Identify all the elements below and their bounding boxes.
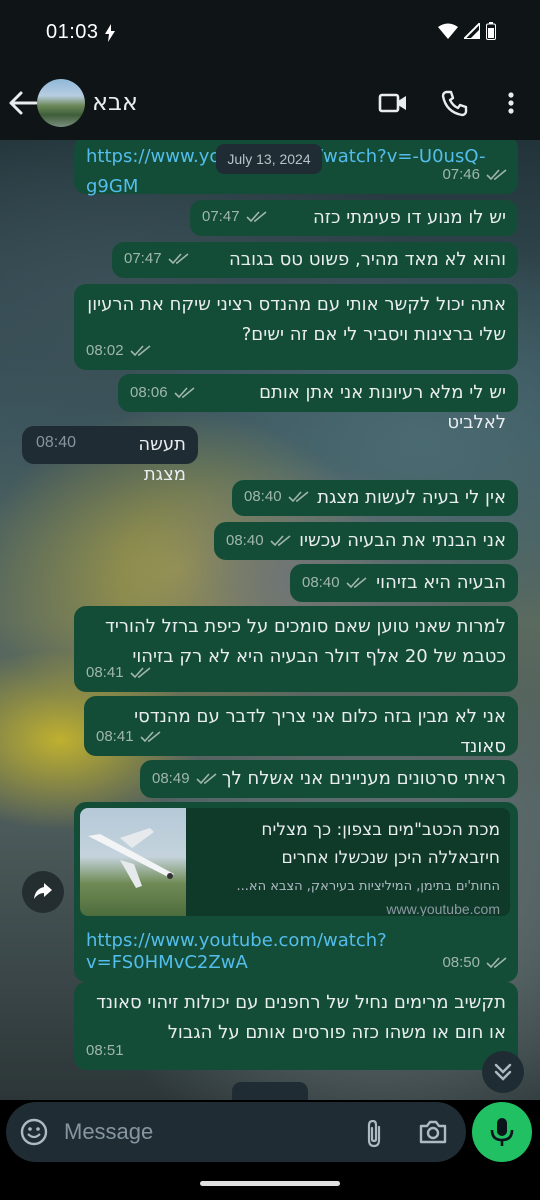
message-bubble[interactable]: אין לי בעיה לעשות מצגת 08:40 [232, 480, 518, 516]
voice-message-button[interactable] [472, 1102, 532, 1162]
read-receipt-icon [486, 169, 507, 181]
read-receipt-icon [287, 491, 309, 503]
message-bubble[interactable]: והוא לא מאד מהיר, פשוט טס בגובה נמוך 07:… [112, 242, 518, 300]
link-preview-title: מכת הכטב"מים בצפון: כך מצליח חיזבאללה הי… [261, 820, 500, 868]
chat-header: אבא [0, 66, 540, 140]
system-icons [438, 22, 496, 40]
video-call-icon[interactable] [378, 88, 408, 118]
read-receipt-icon [195, 773, 217, 785]
back-arrow-icon[interactable] [8, 90, 38, 116]
signal-icon [464, 23, 480, 39]
double-chevron-down-icon [494, 1063, 512, 1081]
message-input[interactable]: Message [6, 1102, 466, 1162]
charging-bolt-icon [105, 24, 115, 42]
message-link[interactable]: https://www.youtube.com/watch?v=FS0HMvC2… [74, 924, 404, 974]
aircraft-image [88, 828, 174, 888]
read-receipt-icon [173, 387, 195, 399]
link-preview-card[interactable]: מכת הכטב"מים בצפון: כך מצליח חיזבאללה הי… [80, 808, 510, 916]
message-bubble-incoming[interactable]: תעשה מצגת 08:40 [22, 426, 198, 485]
scroll-to-bottom-button[interactable] [482, 1051, 524, 1093]
status-bar: 01:03 [0, 0, 540, 66]
message-bubble[interactable]: תקשיב מרימים נחיל של רחפנים עם יכולות זי… [74, 982, 518, 1070]
message-bubble[interactable]: אתה יכול לקשר אותי עם מהנדס רציני שיקח א… [74, 284, 518, 370]
read-receipt-icon [129, 667, 151, 679]
forward-button[interactable] [22, 871, 64, 913]
contact-avatar[interactable] [37, 79, 85, 127]
date-separator: July 13, 2024 [216, 144, 322, 174]
message-bubble[interactable]: ראיתי סרטונים מעניינים אני אשלח לך 08:49 [140, 760, 518, 798]
attach-icon[interactable] [362, 1118, 386, 1148]
message-bubble[interactable]: הבעיה היא בזיהוי 08:40 [290, 564, 518, 602]
camera-icon[interactable] [418, 1118, 448, 1146]
link-message-bubble[interactable]: מכת הכטב"מים בצפון: כך מצליח חיזבאללה הי… [74, 802, 518, 982]
read-receipt-icon [167, 253, 189, 265]
wifi-icon [438, 23, 458, 39]
link-preview-thumbnail [80, 808, 186, 916]
read-receipt-icon [139, 731, 161, 743]
status-time: 01:03 [46, 21, 99, 43]
message-placeholder: Message [64, 1119, 154, 1144]
link-preview-domain: www.youtube.com [386, 901, 500, 916]
system-nav-bar [0, 1166, 540, 1200]
read-receipt-icon [269, 535, 291, 547]
forward-icon [34, 883, 52, 899]
microphone-icon [490, 1118, 514, 1146]
read-receipt-icon [129, 345, 151, 357]
composer-bar: Message [0, 1100, 540, 1166]
emoji-icon[interactable] [20, 1118, 48, 1146]
message-bubble[interactable]: אני הבנתי את הבעיה עכשיו 08:40 [214, 522, 518, 560]
message-bubble[interactable]: למרות שאני טוען שאם סומכים על כיפת ברזל … [74, 606, 518, 692]
read-receipt-icon [345, 577, 367, 589]
more-options-icon[interactable] [496, 88, 526, 118]
message-bubble[interactable]: אני לא מבין בזה כלום אני צריך לדבר עם מה… [84, 696, 518, 757]
phone-call-icon[interactable] [440, 88, 470, 118]
read-receipt-icon [245, 211, 267, 223]
date-pill-peek [232, 1082, 308, 1100]
battery-icon [486, 22, 496, 40]
read-receipt-icon [486, 957, 507, 969]
chat-area[interactable]: https://www.youtube.com/watch?v=-U0usQ-g… [0, 140, 540, 1100]
message-bubble[interactable]: יש לו מנוע דו פעימתי כזה מיושן 07:47 [190, 200, 518, 258]
home-indicator[interactable] [200, 1181, 340, 1186]
message-bubble[interactable]: יש לי מלא רעיונות אני אתן אותם לאלביט 08… [118, 374, 518, 433]
contact-name[interactable]: אבא [92, 88, 138, 116]
